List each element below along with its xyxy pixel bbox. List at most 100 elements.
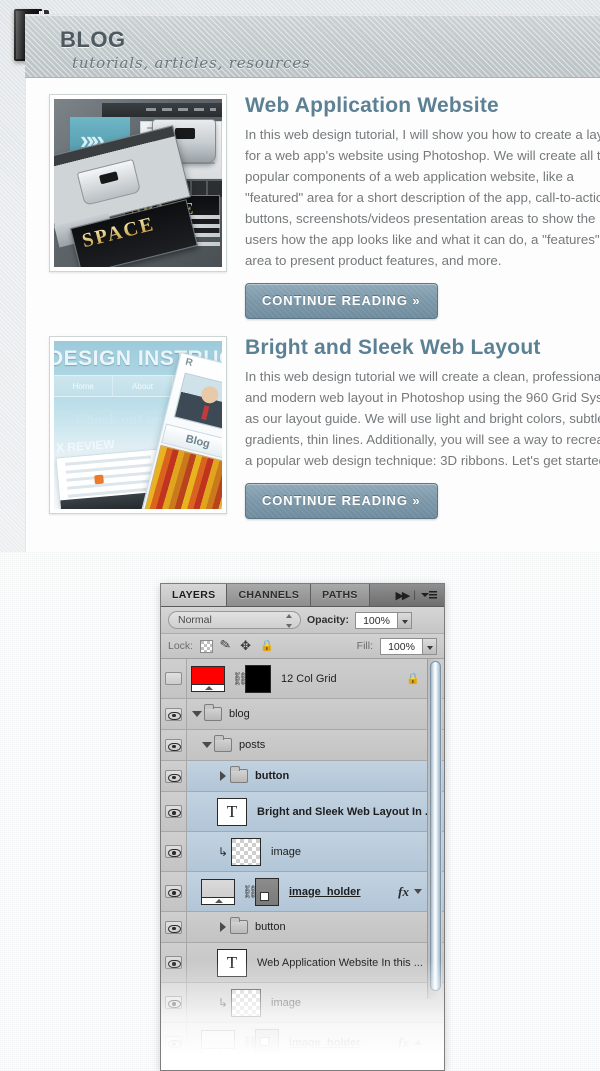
article-thumbnail[interactable]: DESIGN INSTRUC Home About Portfolio W Ch…: [49, 336, 227, 514]
table-row[interactable]: ⛓ image_holder fx: [161, 1023, 444, 1063]
article-title[interactable]: Web Application Website: [245, 94, 600, 118]
layer-content: button: [187, 912, 444, 942]
double-chevron-right-icon[interactable]: ▶▶: [395, 589, 410, 602]
panel-menu-icon[interactable]: [421, 590, 437, 601]
table-row[interactable]: ⛓ image_holder fx: [161, 872, 444, 912]
layer-mask-thumbnail[interactable]: [255, 1028, 279, 1057]
tab-paths[interactable]: PATHS: [311, 584, 370, 606]
table-row[interactable]: ⛓ 12 Col Grid 🔒: [161, 659, 444, 699]
chevron-down-icon[interactable]: [414, 889, 422, 894]
blend-mode-select[interactable]: Normal: [168, 611, 301, 629]
tab-layers[interactable]: LAYERS: [161, 584, 228, 606]
layer-content: T Bright and Sleek Web Layout In ...: [187, 792, 444, 831]
lock-all-icon[interactable]: [260, 639, 274, 653]
visibility-cell[interactable]: [161, 761, 187, 791]
fill-dropdown-icon[interactable]: [423, 637, 437, 655]
visibility-cell[interactable]: [161, 943, 187, 982]
layer-name[interactable]: Bright and Sleek Web Layout In ...: [257, 806, 444, 818]
layer-name[interactable]: button: [255, 770, 444, 782]
visibility-cell[interactable]: [161, 983, 187, 1022]
article-body: Web Application Website In this web desi…: [245, 94, 600, 319]
layer-mask-thumbnail[interactable]: [255, 877, 279, 906]
eye-icon[interactable]: [165, 845, 182, 858]
mock-device-small: [76, 158, 142, 206]
visibility-cell[interactable]: [161, 912, 187, 942]
table-row[interactable]: ↳ image: [161, 832, 444, 872]
visibility-cell[interactable]: [161, 730, 187, 760]
table-row[interactable]: button: [161, 761, 444, 792]
layer-thumbnail[interactable]: [231, 837, 261, 866]
lock-image-pixels-icon[interactable]: [220, 640, 233, 653]
layer-content: ↳ image: [187, 832, 444, 871]
tab-channels[interactable]: CHANNELS: [227, 584, 312, 606]
photoshop-layers-panel[interactable]: LAYERS CHANNELS PATHS ▶▶ | Normal Opacit…: [160, 583, 445, 1071]
lock-position-icon[interactable]: [240, 638, 253, 654]
lock-transparent-pixels-icon[interactable]: [200, 639, 214, 653]
opacity-input[interactable]: 100%: [355, 611, 399, 629]
table-row[interactable]: blog: [161, 699, 444, 730]
visibility-cell[interactable]: [161, 872, 187, 911]
visibility-cell[interactable]: [161, 699, 187, 729]
eye-icon[interactable]: [165, 1036, 182, 1049]
fx-icon[interactable]: fx: [398, 1035, 409, 1051]
table-row[interactable]: T Bright and Sleek Web Layout In ...: [161, 792, 444, 832]
layer-name[interactable]: image_holder: [289, 886, 398, 898]
layer-name[interactable]: button: [255, 921, 444, 933]
folder-icon: [214, 735, 232, 752]
layer-effects-controls: fx: [398, 1035, 444, 1051]
layer-name[interactable]: Web Application Website In this ...: [257, 957, 444, 969]
layer-content: button: [187, 761, 444, 791]
continue-reading-button[interactable]: CONTINUE READING »: [245, 483, 438, 519]
visibility-cell[interactable]: [161, 1023, 187, 1062]
table-row[interactable]: ↳ image: [161, 983, 444, 1023]
eye-icon[interactable]: [165, 707, 182, 721]
fill-control[interactable]: 100%: [380, 637, 437, 655]
eye-icon[interactable]: [165, 885, 182, 898]
link-icon[interactable]: ⛓: [242, 885, 259, 898]
scrollbar-thumb[interactable]: [430, 661, 441, 991]
article-title[interactable]: Bright and Sleek Web Layout: [245, 336, 600, 360]
page-subtitle: tutorials, articles, resources: [72, 54, 311, 72]
layer-thumbnail[interactable]: [201, 1029, 235, 1056]
link-icon[interactable]: ⛓: [242, 1036, 259, 1049]
vertical-scrollbar[interactable]: [427, 659, 442, 999]
layer-thumbnail[interactable]: [201, 878, 235, 905]
eye-icon[interactable]: [165, 738, 182, 752]
eye-icon[interactable]: [165, 672, 182, 685]
article-thumbnail[interactable]: »» SPACE: [49, 94, 227, 272]
layer-name[interactable]: posts: [239, 739, 444, 751]
layer-content: posts: [187, 730, 444, 760]
clipping-mask-arrow-icon: ↳: [217, 844, 229, 859]
stepper-icon[interactable]: [285, 614, 293, 628]
layer-name[interactable]: image: [271, 997, 444, 1009]
layer-effects-row[interactable]: Effects: [161, 1063, 444, 1070]
link-icon[interactable]: ⛓: [232, 672, 249, 685]
visibility-cell[interactable]: [161, 659, 187, 698]
layer-name[interactable]: image_holder: [289, 1037, 398, 1049]
table-row[interactable]: button: [161, 912, 444, 943]
layer-thumbnail[interactable]: [231, 988, 261, 1017]
layer-mask-thumbnail[interactable]: [245, 664, 271, 693]
opacity-label: Opacity:: [307, 614, 350, 626]
layer-name[interactable]: 12 Col Grid: [281, 673, 406, 685]
table-row[interactable]: posts: [161, 730, 444, 761]
layer-thumbnail[interactable]: [191, 665, 225, 692]
eye-icon[interactable]: [165, 996, 182, 1009]
layer-name[interactable]: image: [271, 846, 444, 858]
chevron-up-icon[interactable]: [414, 1040, 422, 1045]
eye-icon[interactable]: [165, 956, 182, 969]
eye-icon[interactable]: [165, 769, 182, 783]
fill-input[interactable]: 100%: [380, 637, 423, 655]
opacity-dropdown-icon[interactable]: [398, 611, 413, 629]
visibility-cell[interactable]: [161, 792, 187, 831]
visibility-cell[interactable]: [161, 832, 187, 871]
text-layer-thumbnail[interactable]: T: [217, 797, 247, 826]
eye-icon[interactable]: [165, 805, 182, 818]
eye-icon[interactable]: [165, 920, 182, 934]
layer-name[interactable]: blog: [229, 708, 444, 720]
continue-reading-button[interactable]: CONTINUE READING »: [245, 283, 438, 319]
table-row[interactable]: T Web Application Website In this ...: [161, 943, 444, 983]
fx-icon[interactable]: fx: [398, 884, 409, 900]
opacity-control[interactable]: 100%: [355, 611, 413, 629]
text-layer-thumbnail[interactable]: T: [217, 948, 247, 977]
